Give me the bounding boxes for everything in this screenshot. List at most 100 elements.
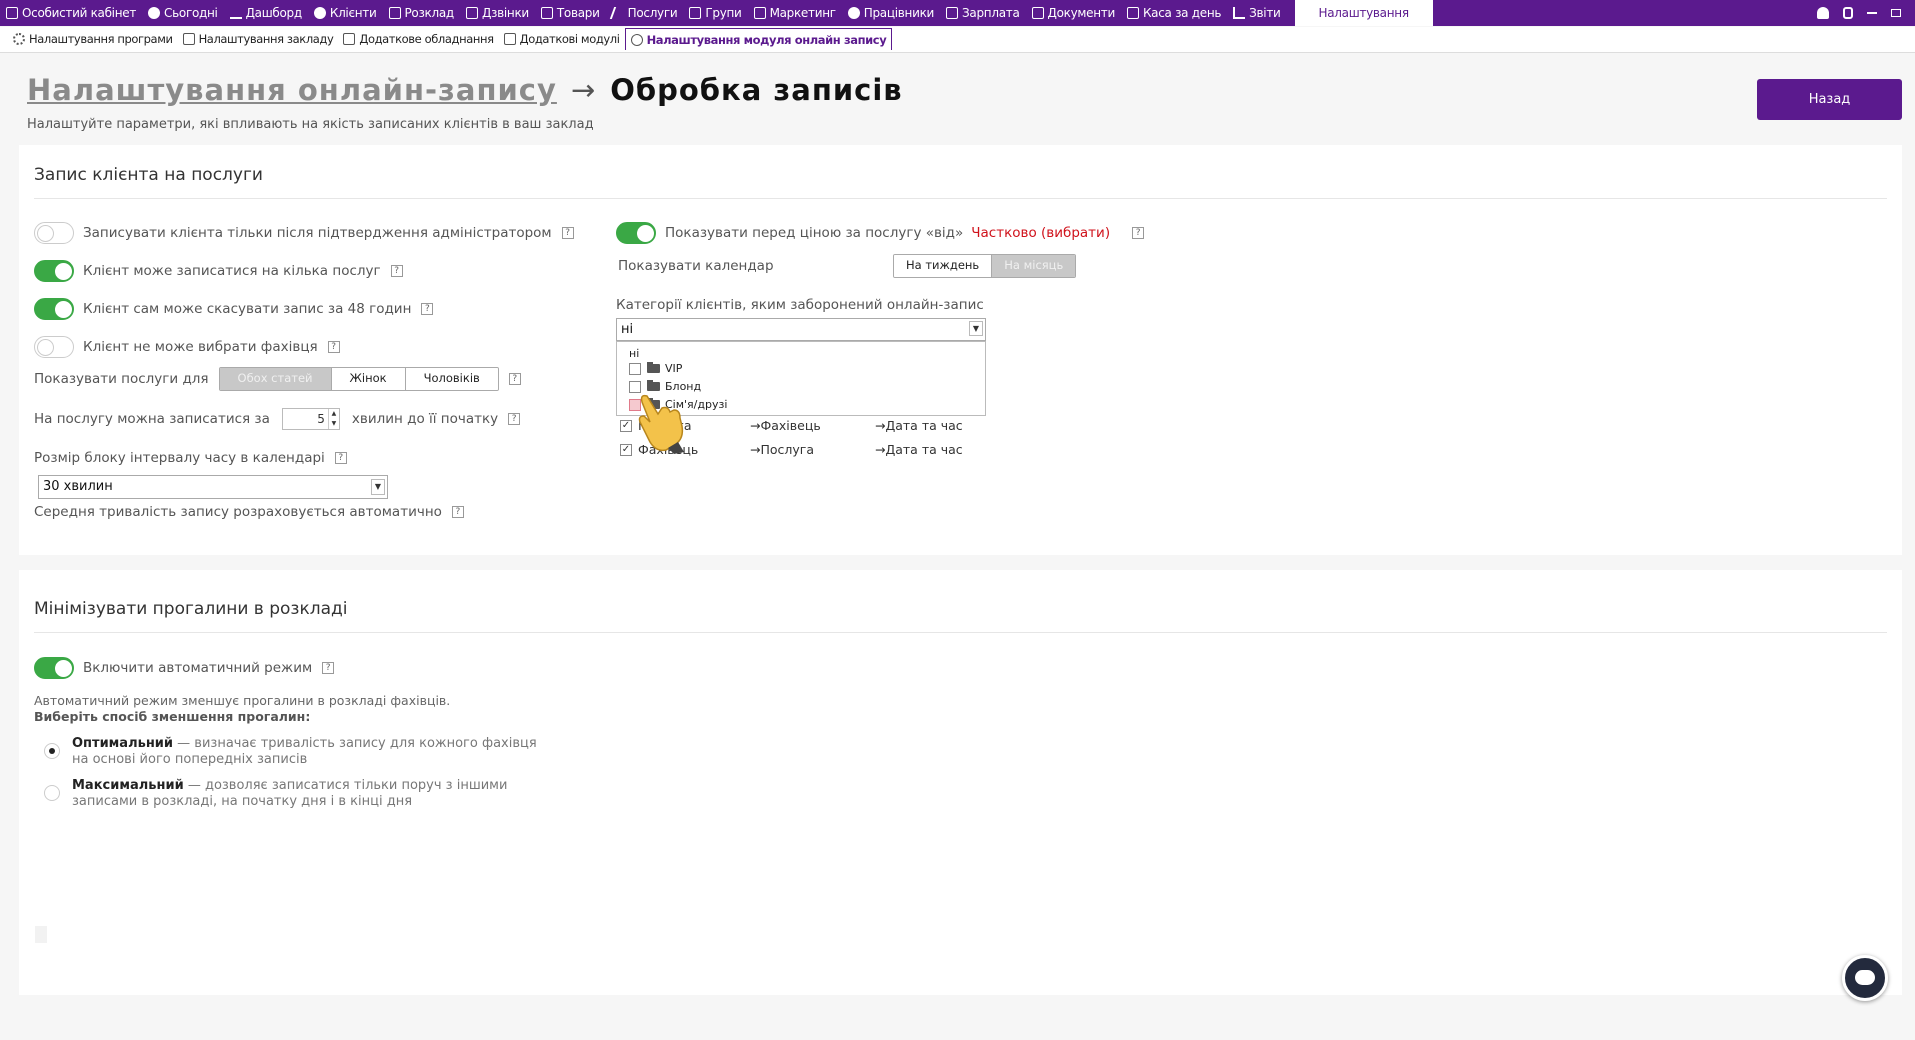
- box-icon: [540, 7, 553, 19]
- chat-button[interactable]: [1842, 955, 1888, 1001]
- gender-segmented-control: Обох статей Жінок Чоловіків: [218, 367, 499, 391]
- user-circle-icon: [313, 7, 326, 19]
- stepper-arrows-icon[interactable]: ▲ ▼: [327, 409, 339, 429]
- nav-calls[interactable]: Дзвінки: [460, 0, 535, 26]
- multiple-services-toggle[interactable]: [34, 260, 74, 282]
- tab-venue-settings[interactable]: Налаштування закладу: [178, 28, 339, 50]
- nav-personal-cabinet[interactable]: Особистий кабінет: [0, 0, 142, 26]
- option-optimal[interactable]: Оптимальний — визначає тривалість запису…: [44, 736, 544, 768]
- help-icon[interactable]: ?: [508, 373, 521, 385]
- price-from-setting: Показувати перед ціною за послугу «від» …: [616, 222, 1145, 244]
- calendar-option-month[interactable]: На місяць: [991, 255, 1076, 277]
- no-specialist-choice-setting: Клієнт не може вибрати фахівця ?: [34, 336, 340, 358]
- calendar-option-week[interactable]: На тиждень: [894, 255, 992, 277]
- price-from-toggle[interactable]: [616, 222, 656, 244]
- help-icon[interactable]: ?: [390, 265, 403, 277]
- document-icon: [1031, 7, 1044, 19]
- categories-select[interactable]: ні ▼: [616, 318, 986, 341]
- nav-clients[interactable]: Клієнти: [308, 0, 383, 26]
- bar-chart-icon: [1233, 7, 1246, 19]
- gear-icon: [13, 33, 25, 45]
- maximize-icon[interactable]: [1891, 9, 1901, 17]
- category-option-vip[interactable]: VIP: [629, 362, 682, 375]
- tab-equipment[interactable]: Додаткове обладнання: [338, 28, 498, 50]
- nav-settings[interactable]: Налаштування: [1294, 0, 1433, 26]
- nav-employees[interactable]: Працівники: [842, 0, 940, 26]
- tab-online-booking-module[interactable]: Налаштування модуля онлайн запису: [624, 28, 893, 50]
- auto-mode-toggle[interactable]: [34, 657, 74, 679]
- tab-program-settings[interactable]: Налаштування програми: [8, 28, 178, 50]
- person-icon: [847, 7, 860, 19]
- help-icon[interactable]: ?: [561, 227, 574, 239]
- breadcrumb-online-booking[interactable]: Налаштування онлайн-запису: [27, 73, 557, 107]
- folder-icon: [647, 362, 660, 373]
- nav-dashboard[interactable]: Дашборд: [224, 0, 308, 26]
- minimize-icon[interactable]: [1867, 12, 1877, 14]
- bell-icon[interactable]: [1817, 7, 1829, 19]
- gender-option-women[interactable]: Жінок: [330, 368, 405, 390]
- gender-option-men[interactable]: Чоловіків: [404, 368, 498, 390]
- section-title: Мінімізувати прогалини в розкладі: [34, 599, 348, 619]
- chevron-down-icon: ▼: [969, 321, 983, 336]
- help-icon[interactable]: ?: [451, 506, 464, 518]
- lock-icon[interactable]: [1843, 7, 1853, 19]
- bolt-icon: [609, 7, 626, 19]
- category-checkbox[interactable]: [629, 380, 641, 393]
- back-button[interactable]: Назад: [1757, 79, 1902, 120]
- mapping-service-checkbox[interactable]: ✓: [620, 419, 632, 432]
- nav-goods[interactable]: Товари: [535, 0, 606, 26]
- placeholder-block: [35, 926, 47, 943]
- category-option-none[interactable]: ні: [629, 347, 639, 360]
- mapping-specialist-checkbox[interactable]: ✓: [620, 443, 632, 456]
- phone-icon: [465, 7, 478, 19]
- nav-today[interactable]: Сьогодні: [142, 0, 224, 26]
- avg-duration-row: Середня тривалість запису розраховується…: [34, 504, 464, 520]
- current-page-title: Обробка записів: [610, 73, 903, 107]
- option-maximum[interactable]: Максимальний — дозволяє записатися тільк…: [44, 778, 544, 810]
- nav-schedule[interactable]: Розклад: [383, 0, 460, 26]
- pulse-icon: [229, 7, 242, 19]
- breadcrumb-arrow: →: [570, 73, 597, 107]
- self-cancel-toggle[interactable]: [34, 298, 74, 320]
- help-icon[interactable]: ?: [334, 452, 347, 464]
- nav-documents[interactable]: Документи: [1026, 0, 1121, 26]
- admin-confirm-setting: Записувати клієнта тільки після підтверд…: [34, 222, 574, 244]
- nav-groups[interactable]: Групи: [683, 0, 747, 26]
- calendar-icon: [388, 7, 401, 19]
- nav-salary[interactable]: Зарплата: [940, 0, 1025, 26]
- nav-reports[interactable]: Звіти: [1227, 0, 1286, 26]
- globe-icon: [630, 33, 643, 46]
- minutes-stepper[interactable]: 5 ▲ ▼: [281, 408, 340, 430]
- help-icon[interactable]: ?: [327, 341, 340, 353]
- pointer-hand-icon: [638, 394, 684, 454]
- radio-maximum[interactable]: [44, 785, 60, 801]
- categories-label: Категорії клієнтів, яким заборонений онл…: [616, 297, 984, 313]
- nav-cash-register[interactable]: Каса за день: [1121, 0, 1227, 26]
- price-from-partial-link[interactable]: Частково (вибрати): [971, 225, 1110, 241]
- nav-services[interactable]: Послуги: [606, 0, 684, 26]
- booking-lead-time: На послугу можна записатися за 5 ▲ ▼ хвили…: [34, 408, 521, 430]
- nav-marketing[interactable]: Маркетинг: [748, 0, 842, 26]
- help-icon[interactable]: ?: [322, 662, 335, 674]
- page-title: Налаштування онлайн-запису → Обробка зап…: [27, 73, 903, 107]
- folder-icon: [647, 380, 660, 391]
- page-subtitle: Налаштуйте параметри, які впливають на я…: [27, 117, 594, 132]
- self-cancel-setting: Клієнт сам може скасувати запис за 48 го…: [34, 298, 434, 320]
- category-checkbox[interactable]: [629, 362, 641, 375]
- section-title: Запис клієнта на послуги: [34, 165, 263, 185]
- settings-subnav: Налаштування програми Налаштування закла…: [0, 27, 1915, 53]
- help-icon[interactable]: ?: [508, 413, 521, 425]
- window-controls: [1817, 7, 1915, 19]
- help-icon[interactable]: ?: [1132, 227, 1145, 239]
- admin-confirm-toggle[interactable]: [34, 222, 74, 244]
- gender-option-both[interactable]: Обох статей: [219, 368, 331, 390]
- no-specialist-choice-toggle[interactable]: [34, 336, 74, 358]
- block-size-select[interactable]: 30 хвилин ▼: [38, 475, 388, 499]
- help-icon[interactable]: ?: [421, 303, 434, 315]
- show-calendar-setting: Показувати календар На тиждень На місяць: [618, 254, 1077, 278]
- divider: [34, 632, 1887, 633]
- building-icon: [182, 33, 195, 45]
- radio-optimal[interactable]: [44, 743, 60, 759]
- tab-modules[interactable]: Додаткові модулі: [499, 28, 625, 50]
- money-icon: [946, 7, 959, 19]
